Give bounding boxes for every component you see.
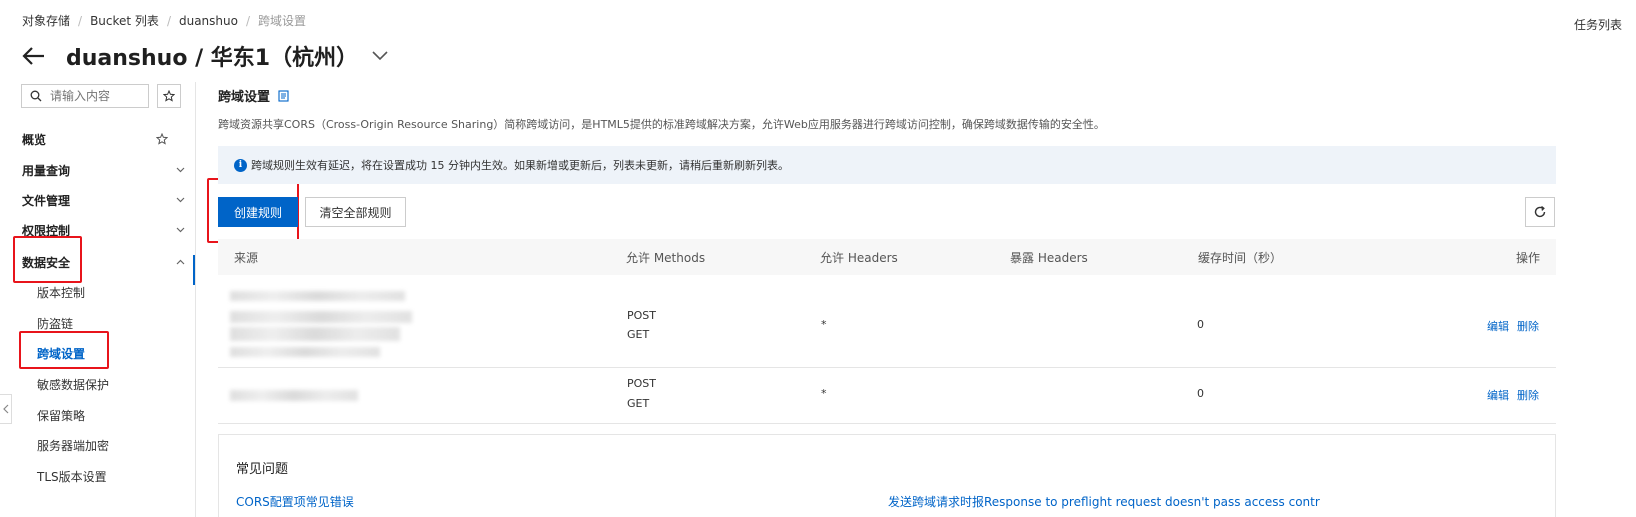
sidebar-item-usage[interactable]: 用量查询 xyxy=(22,160,186,180)
sidebar-item-label: TLS版本设置 xyxy=(37,469,107,484)
active-indicator xyxy=(193,255,195,285)
info-icon: i xyxy=(234,158,247,172)
chevron-left-icon xyxy=(2,404,9,414)
sidebar-item-label: 文件管理 xyxy=(22,193,71,208)
highlight-box-data-security xyxy=(13,236,82,283)
section-title-text: 跨域设置 xyxy=(218,90,271,105)
star-icon[interactable] xyxy=(156,133,168,145)
notice-text: 跨域规则生效有延迟，将在设置成功 15 分钟内生效。如果新增或更新后，列表未更新… xyxy=(251,159,789,172)
redacted-origin xyxy=(230,327,400,341)
cors-rules-table: 来源 允许 Methods 允许 Headers 暴露 Headers 缓存时间… xyxy=(218,239,1556,424)
clear-all-rules-button[interactable]: 清空全部规则 xyxy=(305,197,406,227)
search-icon xyxy=(30,90,42,102)
chevron-down-icon xyxy=(176,225,186,235)
task-list-link[interactable]: 任务列表 xyxy=(1574,16,1622,33)
sidebar-item-tls[interactable]: TLS版本设置 xyxy=(37,466,187,486)
allowed-method: POST xyxy=(627,377,656,390)
allowed-headers-value: * xyxy=(821,387,827,400)
faq-link[interactable]: CORS配置项常见错误 xyxy=(236,493,354,510)
cache-time-value: 0 xyxy=(1197,318,1204,331)
sidebar-item-files[interactable]: 文件管理 xyxy=(22,190,186,210)
back-arrow-icon[interactable] xyxy=(22,44,50,68)
breadcrumb-oss[interactable]: 对象存储 xyxy=(22,12,70,29)
faq-panel: 常见问题 CORS配置项常见错误 发送跨域请求时报Response to pre… xyxy=(218,434,1556,517)
sidebar-item-label: 服务器端加密 xyxy=(37,438,110,453)
column-header-exposed-headers: 暴露 Headers xyxy=(1010,250,1088,265)
sidebar-search[interactable] xyxy=(21,84,149,108)
document-icon[interactable] xyxy=(278,89,290,102)
breadcrumb-bucket-list[interactable]: Bucket 列表 xyxy=(90,12,159,29)
delete-link[interactable]: 删除 xyxy=(1517,318,1539,334)
edit-link[interactable]: 编辑 xyxy=(1487,387,1509,403)
sidebar-item-label: 敏感数据保护 xyxy=(37,377,110,392)
column-header-origin: 来源 xyxy=(234,250,259,265)
favorite-star-button[interactable] xyxy=(157,84,181,108)
chevron-down-icon[interactable] xyxy=(372,47,390,65)
sidebar-item-overview[interactable]: 概览 xyxy=(22,129,186,149)
table-header: 来源 允许 Methods 允许 Headers 暴露 Headers 缓存时间… xyxy=(218,239,1556,275)
sidebar-item-versioning[interactable]: 版本控制 xyxy=(37,282,187,302)
allowed-method: GET xyxy=(627,397,650,410)
create-rule-button[interactable]: 创建规则 xyxy=(218,197,298,227)
redacted-origin xyxy=(230,291,405,301)
highlight-box-cors xyxy=(19,331,109,369)
refresh-icon xyxy=(1533,205,1547,219)
breadcrumb-separator: / xyxy=(166,13,171,28)
allowed-method: GET xyxy=(627,328,650,341)
sidebar-item-label: 概览 xyxy=(22,132,47,147)
sidebar-item-sensitive-data[interactable]: 敏感数据保护 xyxy=(37,374,187,394)
redacted-origin xyxy=(230,390,358,401)
breadcrumb-separator: / xyxy=(78,13,83,28)
chevron-down-icon xyxy=(176,165,186,175)
faq-title: 常见问题 xyxy=(236,462,289,477)
table-row: POST GET * 0 编辑 删除 xyxy=(218,275,1556,368)
redacted-origin xyxy=(230,347,380,357)
sidebar-item-hotlink[interactable]: 防盗链 xyxy=(37,313,187,333)
title-row: duanshuo / 华东1（杭州） xyxy=(22,40,390,72)
delete-link[interactable]: 删除 xyxy=(1517,387,1539,403)
sidebar: 概览 用量查询 文件管理 权限控制 数据安全 版本控制 防盗链 跨域设置 敏感数… xyxy=(0,82,196,517)
edit-link[interactable]: 编辑 xyxy=(1487,318,1509,334)
breadcrumb-current: 跨域设置 xyxy=(258,14,307,28)
breadcrumb-bucket[interactable]: duanshuo xyxy=(179,14,238,28)
redacted-origin xyxy=(230,311,412,323)
sidebar-item-retention[interactable]: 保留策略 xyxy=(37,405,187,425)
breadcrumb: 对象存储 / Bucket 列表 / duanshuo / 跨域设置 xyxy=(22,12,306,29)
column-header-allowed-methods: 允许 Methods xyxy=(626,250,706,265)
chevron-up-icon xyxy=(176,257,186,267)
sidebar-item-label: 保留策略 xyxy=(37,408,86,423)
star-icon xyxy=(163,90,175,102)
sidebar-item-label: 防盗链 xyxy=(37,316,74,331)
section-title: 跨域设置 xyxy=(218,86,290,105)
sidebar-collapse-button[interactable] xyxy=(0,394,12,424)
allowed-method: POST xyxy=(627,309,656,322)
section-description: 跨域资源共享CORS（Cross-Origin Resource Sharing… xyxy=(218,118,1105,131)
refresh-button[interactable] xyxy=(1525,197,1555,227)
faq-link[interactable]: 发送跨域请求时报Response to preflight request do… xyxy=(888,493,1320,510)
sidebar-search-input[interactable] xyxy=(50,89,140,103)
column-header-actions: 操作 xyxy=(1515,250,1540,265)
page-title: duanshuo / 华东1（杭州） xyxy=(66,46,359,71)
column-header-allowed-headers: 允许 Headers xyxy=(820,250,898,265)
breadcrumb-separator: / xyxy=(245,13,251,28)
column-header-cache-time: 缓存时间（秒） xyxy=(1198,250,1283,265)
cache-time-value: 0 xyxy=(1197,387,1204,400)
chevron-down-icon xyxy=(176,195,186,205)
sidebar-item-label: 用量查询 xyxy=(22,163,71,178)
sidebar-item-encryption[interactable]: 服务器端加密 xyxy=(37,435,187,455)
sidebar-item-label: 版本控制 xyxy=(37,285,86,300)
allowed-headers-value: * xyxy=(821,318,827,331)
table-row: POST GET * 0 编辑 删除 xyxy=(218,368,1556,424)
notice-banner: i 跨域规则生效有延迟，将在设置成功 15 分钟内生效。如果新增或更新后，列表未… xyxy=(218,146,1556,184)
